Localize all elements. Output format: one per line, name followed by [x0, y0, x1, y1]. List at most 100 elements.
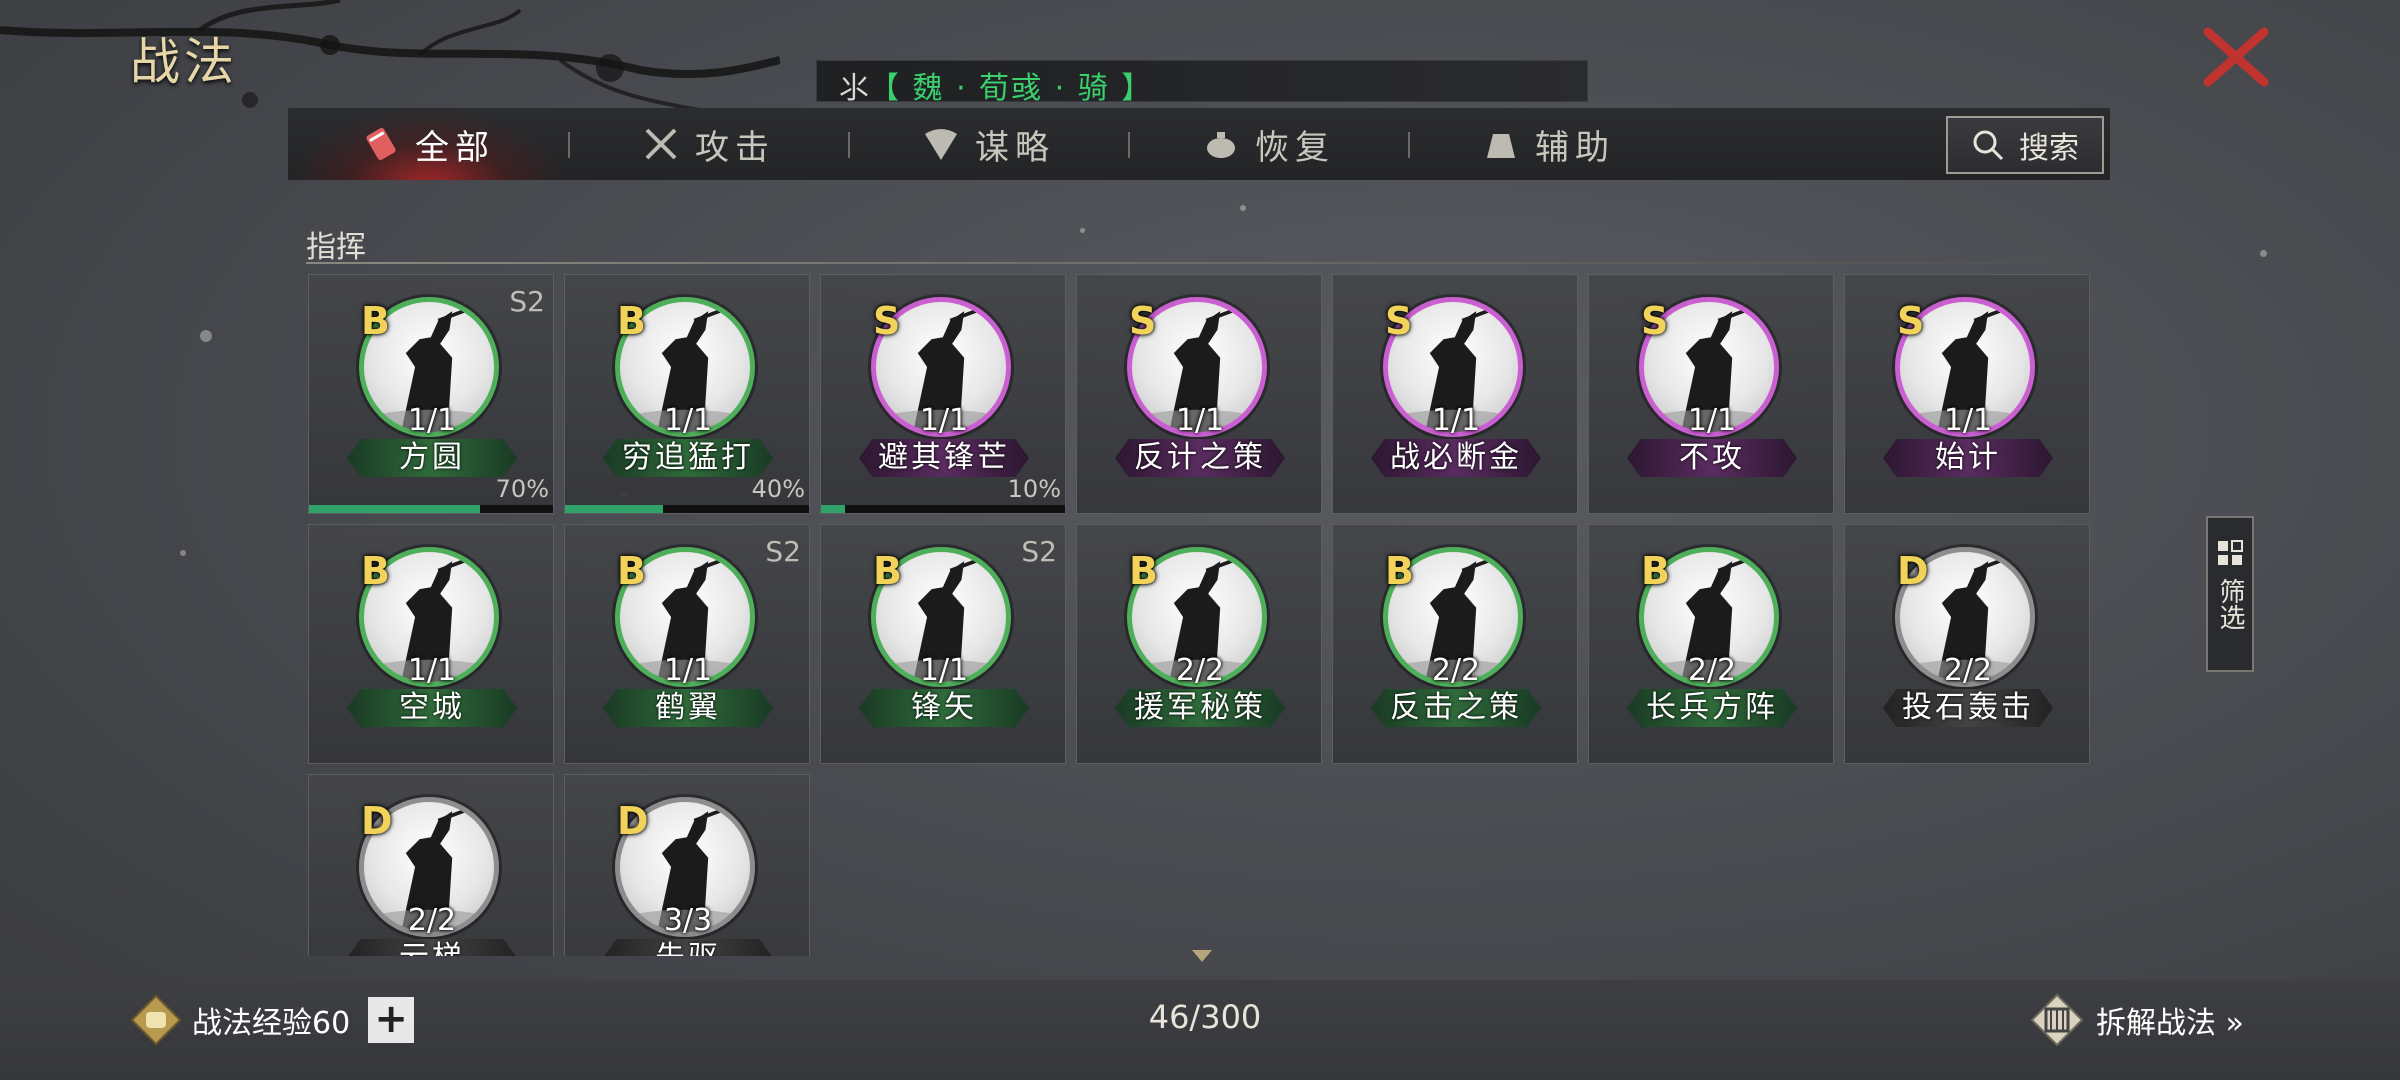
grade-badge: S	[873, 299, 901, 343]
scroll-icon	[366, 127, 396, 161]
tactic-card[interactable]: S 1/1 始计	[1844, 274, 2090, 514]
grade-badge: B	[361, 299, 390, 343]
page-title: 战法	[130, 33, 238, 91]
grade-badge: B	[873, 549, 902, 593]
tactics-grid: B S2 1/1 方圆 70% B 1/1 穷追猛打 40% S 1/1 避其锋芒 10% S 1/1…	[300, 270, 2100, 956]
close-button[interactable]	[2198, 22, 2274, 92]
tactic-count: 1/1	[1943, 403, 1993, 438]
tactic-count: 1/1	[919, 653, 969, 688]
grade-badge: B	[617, 549, 646, 593]
crossed-swords-icon	[645, 128, 677, 160]
scroll-down-icon	[1192, 950, 1212, 962]
unit-info-bar: ⺢ 【 魏 · 荀彧 · 骑 】	[816, 60, 1588, 106]
tactic-count: 1/1	[407, 653, 457, 688]
tab-label: 攻击	[695, 127, 775, 168]
pouch-icon	[1487, 134, 1515, 158]
grade-badge: S	[1641, 299, 1669, 343]
tactic-count: 1/1	[663, 653, 713, 688]
tactic-card[interactable]: S 1/1 不攻	[1588, 274, 1834, 514]
progress-bar	[821, 505, 1065, 513]
grade-badge: S	[1897, 299, 1925, 343]
tactic-card[interactable]: D 2/2 投石轰击	[1844, 524, 2090, 764]
progress-bar	[309, 505, 553, 513]
tactic-card[interactable]: B 2/2 援军秘策	[1076, 524, 1322, 764]
unit-prefix: ⺢	[839, 71, 869, 106]
tab-recovery[interactable]: 恢复	[1128, 108, 1408, 180]
add-exp-button[interactable]: +	[368, 997, 415, 1043]
tactic-count: 2/2	[407, 903, 457, 938]
grade-badge: D	[617, 799, 649, 843]
tactic-name: 云梯	[309, 939, 555, 956]
unit-text: 【 魏 · 荀彧 · 骑 】	[869, 71, 1154, 106]
decompose-label: 拆解战法 »	[2096, 1006, 2244, 1041]
season-tag: S2	[1021, 535, 1057, 568]
tactic-name: 反击之策	[1390, 690, 1522, 725]
tab-all[interactable]: 全部	[288, 108, 568, 180]
gate-icon	[2030, 993, 2084, 1047]
grade-badge: S	[1385, 299, 1413, 343]
tab-attack[interactable]: 攻击	[568, 108, 848, 180]
teapot-icon	[1207, 132, 1235, 158]
tactic-count: 1/1	[407, 403, 457, 438]
category-tabs: 全部 攻击 谋略 恢复 辅助	[288, 108, 2110, 180]
grade-badge: S	[1129, 299, 1157, 343]
season-tag: S2	[765, 535, 801, 568]
tactic-name: 锋矢	[911, 690, 977, 725]
tactic-count: 1/1	[919, 403, 969, 438]
tactic-count: 3/3	[663, 903, 713, 938]
tactic-card[interactable]: S 1/1 战必断金	[1332, 274, 1578, 514]
tactic-card[interactable]: S 1/1 避其锋芒 10%	[820, 274, 1066, 514]
tactic-name: 不攻	[1679, 440, 1745, 475]
tactic-name: 反计之策	[1134, 440, 1266, 475]
tactic-count: 1/1	[1431, 403, 1481, 438]
progress-fill	[821, 505, 846, 513]
fist-icon	[130, 994, 182, 1046]
tactic-exp-label: 战法经验60	[192, 1006, 351, 1041]
search-button[interactable]: 搜索	[1946, 116, 2104, 174]
tactic-card[interactable]: B S2 1/1 方圆 70%	[308, 274, 554, 514]
tactic-count: 2/2	[1687, 653, 1737, 688]
tactic-name: 空城	[399, 690, 465, 725]
progress-bar	[565, 505, 809, 513]
progress-fill	[565, 505, 663, 513]
tactic-name: 先驱	[565, 939, 811, 956]
fan-icon	[925, 129, 957, 160]
filter-button[interactable]: 筛选	[2206, 516, 2254, 672]
filter-label: 筛选	[2215, 578, 2245, 630]
tab-strategy[interactable]: 谋略	[848, 108, 1128, 180]
grade-badge: B	[617, 299, 646, 343]
tactic-card[interactable]: B 1/1 穷追猛打 40%	[564, 274, 810, 514]
tactic-name: 方圆	[399, 440, 465, 475]
grade-badge: D	[1897, 549, 1929, 593]
season-tag: S2	[509, 285, 545, 318]
tactic-exp: 战法经验60 +	[130, 988, 415, 1052]
tab-support[interactable]: 辅助	[1408, 108, 1688, 180]
tactic-name: 鹤翼	[655, 690, 721, 725]
tactic-card[interactable]: D 2/2云梯	[308, 774, 554, 956]
tactic-card[interactable]: B 2/2 反击之策	[1332, 524, 1578, 764]
tactic-card[interactable]: B S2 1/1 鹤翼	[564, 524, 810, 764]
grade-badge: B	[1385, 549, 1414, 593]
tactic-name: 援军秘策	[1134, 690, 1266, 725]
grid-icon	[2218, 540, 2243, 565]
tactic-name: 长兵方阵	[1646, 690, 1778, 725]
tactic-name: 穷追猛打	[622, 440, 754, 475]
progress-percent: 70%	[495, 475, 549, 503]
tab-label: 全部	[415, 127, 495, 168]
tactic-count: 2/2	[1175, 653, 1225, 688]
tactic-count: 1/1	[1687, 403, 1737, 438]
tactic-count: 2/2	[1431, 653, 1481, 688]
progress-percent: 40%	[751, 475, 805, 503]
section-divider	[306, 262, 2092, 264]
tactic-count: 2/2	[1943, 653, 1993, 688]
tactic-card[interactable]: B 1/1 空城	[308, 524, 554, 764]
tactic-card[interactable]: S 1/1 反计之策	[1076, 274, 1322, 514]
tactic-card[interactable]: B S2 1/1 锋矢	[820, 524, 1066, 764]
decompose-tactics-button[interactable]: 拆解战法 »	[2030, 992, 2244, 1048]
tactic-card[interactable]: D 3/3先驱	[564, 774, 810, 956]
search-label: 搜索	[2019, 131, 2079, 166]
progress-percent: 10%	[1007, 475, 1061, 503]
tactic-capacity: 46/300	[1148, 998, 1262, 1036]
grade-badge: B	[361, 549, 390, 593]
tactic-card[interactable]: B 2/2 长兵方阵	[1588, 524, 1834, 764]
